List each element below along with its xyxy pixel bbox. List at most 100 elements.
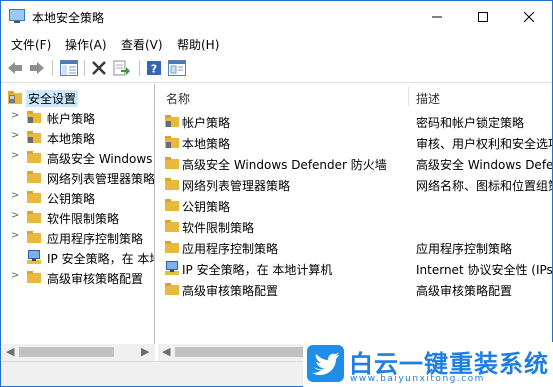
help-button[interactable]: ? xyxy=(143,58,165,78)
chevron-right-icon[interactable]: > xyxy=(11,190,19,201)
list-row[interactable]: 帐户策略 密码和帐户锁定策略 xyxy=(158,110,552,131)
tree-pane: 安全设置 > 帐户策略 > 本地策略 > 高级安全 Windows 网络列表管理… xyxy=(2,84,155,369)
row-name: 帐户策略 xyxy=(182,116,231,130)
list-row[interactable]: 公钥策略 xyxy=(158,194,552,215)
row-description: 审核、用户权利和安全选项 xyxy=(416,137,552,151)
row-description: Internet 协议安全性 (IPs xyxy=(416,263,552,277)
row-name: 应用程序控制策略 xyxy=(182,242,279,256)
tree-item-label: 高级审核策略配置 xyxy=(47,272,144,286)
folder-icon xyxy=(27,151,41,163)
menu-bar: 文件(F) 操作(A) 查看(V) 帮助(H) xyxy=(1,32,552,54)
tree-item-label: 高级安全 Windows xyxy=(47,152,153,166)
watermark: 白云一键重装系统 www.baiyunxitong.com xyxy=(303,342,553,387)
close-button[interactable] xyxy=(506,1,552,32)
export-button[interactable] xyxy=(111,58,133,78)
menu-help[interactable]: 帮助(H) xyxy=(177,36,219,53)
row-description: 网络名称、图标和位置组策 xyxy=(416,179,552,193)
toolbar-separator xyxy=(84,60,85,76)
close-icon xyxy=(524,11,534,22)
scroll-thumb[interactable] xyxy=(175,347,303,357)
list-row[interactable]: 网络列表管理器策略 网络名称、图标和位置组策 xyxy=(158,173,552,194)
folder-icon xyxy=(165,283,179,295)
row-name: 高级安全 Windows Defender 防火墙 xyxy=(182,158,387,172)
folder-lock-icon xyxy=(165,136,179,148)
column-divider[interactable] xyxy=(408,86,409,106)
show-tree-button[interactable] xyxy=(58,58,80,78)
tree-item-local-policy[interactable]: > 本地策略 xyxy=(2,127,154,147)
delete-button[interactable] xyxy=(88,58,110,78)
scroll-left-icon[interactable]: ◀ xyxy=(162,345,170,358)
list-row[interactable]: 高级审核策略配置 高级审核策略配置 xyxy=(158,278,552,299)
row-name: 软件限制策略 xyxy=(182,221,255,235)
security-settings-icon xyxy=(8,91,22,104)
folder-icon xyxy=(27,171,41,183)
menu-action[interactable]: 操作(A) xyxy=(65,36,107,53)
forward-icon xyxy=(30,62,44,74)
chevron-right-icon[interactable]: > xyxy=(11,210,19,221)
folder-icon xyxy=(165,157,179,169)
list-row[interactable]: 应用程序控制策略 应用程序控制策略 xyxy=(158,236,552,257)
app-window: 本地安全策略 文件(F) 操作(A) 查看(V) 帮助(H) ? 安全设置 > … xyxy=(0,0,553,387)
forward-button[interactable] xyxy=(26,58,48,78)
tree-item-app-control[interactable]: > 应用程序控制策略 xyxy=(2,227,154,247)
column-header-description[interactable]: 描述 xyxy=(416,84,440,108)
row-description: 高级审核策略配置 xyxy=(416,284,513,298)
list-row[interactable]: 软件限制策略 xyxy=(158,215,552,236)
tree-root-security-settings[interactable]: 安全设置 xyxy=(2,87,154,107)
folder-icon xyxy=(165,220,179,232)
folder-icon xyxy=(27,271,41,283)
folder-lock-icon xyxy=(165,115,179,127)
properties-icon xyxy=(168,60,186,76)
chevron-right-icon[interactable]: > xyxy=(11,230,19,241)
chevron-right-icon[interactable]: > xyxy=(11,150,19,161)
bird-logo-icon xyxy=(307,345,344,382)
toolbar-separator xyxy=(52,60,53,76)
delete-icon xyxy=(92,61,106,75)
scroll-thumb[interactable] xyxy=(19,347,114,357)
tree-item-software-restriction[interactable]: > 软件限制策略 xyxy=(2,207,154,227)
minimize-button[interactable] xyxy=(414,1,460,32)
row-description: 高级安全 Windows Defe xyxy=(416,158,552,172)
folder-lock-icon xyxy=(27,111,41,123)
tree-item-account-policy[interactable]: > 帐户策略 xyxy=(2,107,154,127)
properties-button[interactable] xyxy=(166,58,188,78)
chevron-right-icon[interactable]: > xyxy=(11,270,19,281)
scroll-left-icon[interactable]: ◀ xyxy=(6,345,14,358)
row-description: 密码和帐户锁定策略 xyxy=(416,116,525,130)
maximize-icon xyxy=(478,11,488,22)
watermark-url: www.baiyunxitong.com xyxy=(350,374,485,384)
bird-icon xyxy=(312,352,339,375)
export-icon xyxy=(113,60,130,76)
back-button[interactable] xyxy=(4,58,26,78)
chevron-right-icon[interactable]: > xyxy=(11,130,19,141)
tree-item-ip-security[interactable]: IP 安全策略，在 本地 xyxy=(2,247,154,267)
menu-view[interactable]: 查看(V) xyxy=(121,36,163,53)
tree-item-public-key[interactable]: > 公钥策略 xyxy=(2,187,154,207)
toolbar: ? xyxy=(1,54,552,83)
row-name: 高级审核策略配置 xyxy=(182,284,279,298)
tree-item-label: 网络列表管理器策略 xyxy=(47,172,155,186)
column-header-name[interactable]: 名称 xyxy=(166,84,190,108)
ip-security-icon xyxy=(165,261,179,275)
maximize-button[interactable] xyxy=(460,1,506,32)
chevron-right-icon[interactable]: > xyxy=(11,110,19,121)
list-row[interactable]: 高级安全 Windows Defender 防火墙 高级安全 Windows D… xyxy=(158,152,552,173)
minimize-icon xyxy=(432,16,442,17)
folder-icon xyxy=(27,211,41,223)
folder-icon xyxy=(165,199,179,211)
menu-file[interactable]: 文件(F) xyxy=(11,36,51,53)
row-name: 本地策略 xyxy=(182,137,231,151)
list-row[interactable]: 本地策略 审核、用户权利和安全选项 xyxy=(158,131,552,152)
tree-item-network-list[interactable]: 网络列表管理器策略 xyxy=(2,167,155,187)
tree-item-advanced-firewall[interactable]: > 高级安全 Windows xyxy=(2,147,154,167)
scroll-right-icon[interactable]: ▶ xyxy=(141,345,149,358)
app-icon xyxy=(9,9,25,23)
title-bar[interactable]: 本地安全策略 xyxy=(1,1,552,32)
list-row[interactable]: IP 安全策略，在 本地计算机 Internet 协议安全性 (IPs xyxy=(158,257,552,278)
tree-horizontal-scrollbar[interactable]: ◀ ▶ xyxy=(2,344,155,361)
tree-item-advanced-audit[interactable]: > 高级审核策略配置 xyxy=(2,267,154,287)
toolbar-separator xyxy=(139,60,140,76)
tree-item-label: 公钥策略 xyxy=(47,192,96,206)
back-icon xyxy=(8,62,22,74)
row-name: 公钥策略 xyxy=(182,200,231,214)
